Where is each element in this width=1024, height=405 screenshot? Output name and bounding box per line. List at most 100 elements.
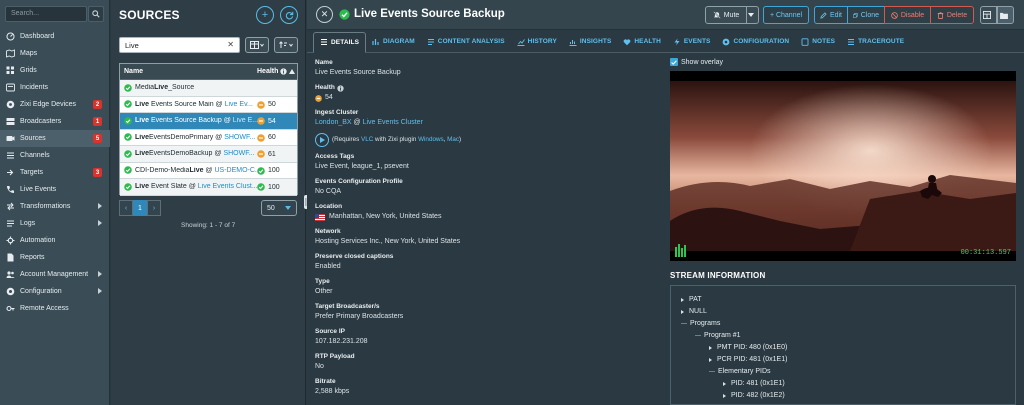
table-row[interactable]: Live Event Slate @ Live Events Clust... 1… — [120, 179, 297, 196]
edge-device-icon — [6, 100, 15, 109]
us-flag-icon — [315, 213, 325, 221]
tab-notes[interactable]: NOTES — [795, 31, 841, 53]
tab-label: CONTENT ANALYSIS — [437, 38, 505, 45]
refresh-button[interactable] — [280, 6, 298, 24]
table-row[interactable]: Live Events Source Main @ Live Ev... 50 — [120, 96, 297, 113]
name-column-header[interactable]: Name — [124, 68, 143, 75]
tab-insights[interactable]: INSIGHTS — [563, 31, 618, 53]
tab-diagram[interactable]: DIAGRAM — [366, 31, 421, 53]
health-column-header[interactable]: Health — [257, 68, 296, 75]
search-icon[interactable] — [88, 6, 104, 22]
tab-history[interactable]: HISTORY — [511, 31, 563, 53]
tree-label: PAT — [689, 296, 702, 303]
tree-node-null[interactable]: NULL — [681, 308, 707, 315]
tab-details[interactable]: DETAILS — [313, 31, 367, 53]
ingest-cluster-link[interactable]: Live Events Cluster — [363, 118, 423, 128]
mute-options-dropdown[interactable] — [746, 6, 759, 24]
disable-button[interactable]: Disable — [884, 6, 931, 24]
tab-health[interactable]: HEALTH — [617, 31, 666, 53]
layout-view-button[interactable] — [980, 6, 997, 24]
health-label-text: Health — [315, 84, 335, 91]
tree-node-program-1[interactable]: Program #1 — [695, 332, 741, 339]
show-overlay-checkbox[interactable]: Show overlay — [670, 58, 723, 66]
folder-view-button[interactable] — [997, 6, 1014, 24]
prev-page-button[interactable]: ‹ — [119, 200, 133, 216]
page-size-select[interactable]: 50 — [261, 200, 297, 216]
sidebar-item-logs[interactable]: Logs — [0, 215, 110, 232]
tab-traceroute[interactable]: TRACEROUTE — [841, 31, 910, 53]
cluster-link[interactable]: SHOWF... — [223, 150, 254, 157]
tab-configuration[interactable]: CONFIGURATION — [716, 31, 795, 53]
sidebar-item-grids[interactable]: Grids — [0, 62, 110, 79]
grid-icon — [6, 66, 15, 75]
play-button[interactable] — [315, 133, 329, 147]
table-row[interactable]: LiveEventsDemoPrimary @ SHOWF... 60 — [120, 129, 297, 146]
mute-button[interactable]: Mute — [705, 6, 747, 24]
nav-search-input[interactable]: Search... — [5, 6, 87, 22]
sidebar-item-channels[interactable]: Channels — [0, 147, 110, 164]
sidebar-item-broadcasters[interactable]: Broadcasters 1 — [0, 113, 110, 130]
sidebar-item-live-events[interactable]: Live Events — [0, 181, 110, 198]
delete-button[interactable]: Delete — [930, 6, 974, 24]
cluster-link[interactable]: US-DEMO-C... — [214, 167, 260, 174]
sidebar-item-targets[interactable]: Targets 3 — [0, 164, 110, 181]
sidebar-item-sources[interactable]: Sources 5 — [0, 130, 110, 147]
sidebar-item-transformations[interactable]: Transformations — [0, 198, 110, 215]
tab-content-analysis[interactable]: CONTENT ANALYSIS — [421, 31, 511, 53]
sidebar-item-configuration[interactable]: Configuration — [0, 283, 110, 300]
cluster-link[interactable]: Live Ev... — [225, 101, 253, 108]
table-row[interactable]: Live Events Source Backup @ Live E... 54 — [120, 113, 297, 130]
status-ok-icon — [124, 83, 132, 92]
clone-button[interactable]: Clone — [847, 6, 885, 24]
add-source-button[interactable]: + — [256, 6, 274, 24]
source-ip-value: 107.182.231.208 — [315, 338, 368, 345]
sidebar-item-remote-access[interactable]: Remote Access — [0, 300, 110, 317]
close-detail-button[interactable]: ✕ — [316, 6, 333, 23]
ingest-broadcaster-link[interactable]: London_BX — [315, 118, 352, 128]
tree-node-elementary-pids[interactable]: Elementary PIDs — [709, 368, 771, 375]
channel-icon — [6, 151, 15, 160]
tree-node-pcr[interactable]: PCR PID: 481 (0x1E1) — [709, 356, 787, 363]
sidebar-item-reports[interactable]: Reports — [0, 249, 110, 266]
video-preview[interactable]: 00:31:13.597 — [670, 71, 1016, 261]
tab-events[interactable]: EVENTS — [667, 31, 717, 53]
sidebar-item-label: Incidents — [20, 84, 49, 91]
sidebar-item-zixi-edge-devices[interactable]: Zixi Edge Devices 2 — [0, 96, 110, 113]
health-value: 60 — [268, 134, 276, 141]
table-row[interactable]: LiveEventsDemoBackup @ SHOWF... 61 — [120, 146, 297, 163]
tree-node-pid-482[interactable]: PID: 482 (0x1E2) — [723, 392, 785, 399]
name-label: Name — [315, 59, 333, 66]
name-suffix: @ — [203, 166, 215, 174]
vlc-link[interactable]: VLC — [361, 135, 373, 145]
location-label: Location — [315, 203, 343, 210]
edit-button[interactable]: Edit — [814, 6, 848, 24]
cluster-link[interactable]: SHOWF... — [224, 134, 255, 141]
sidebar-item-automation[interactable]: Automation — [0, 232, 110, 249]
tree-node-pid-481[interactable]: PID: 481 (0x1E1) — [723, 380, 785, 387]
sort-button[interactable] — [274, 37, 298, 53]
tree-node-pmt[interactable]: PMT PID: 480 (0x1E0) — [709, 344, 787, 351]
page-1-button[interactable]: 1 — [133, 200, 147, 216]
sidebar-item-account-management[interactable]: Account Management — [0, 266, 110, 283]
add-channel-button[interactable]: + Channel — [763, 6, 809, 24]
windows-plugin-link[interactable]: Windows — [418, 135, 444, 145]
table-row[interactable]: MediaLive_Source — [120, 80, 297, 97]
sidebar-item-dashboard[interactable]: Dashboard — [0, 28, 110, 45]
pagination: ‹ 1 › — [119, 200, 161, 216]
column-layout-button[interactable] — [245, 37, 269, 53]
table-row[interactable]: CDI-Demo-MediaLive @ US-DEMO-C... 100 — [120, 162, 297, 179]
sidebar-item-incidents[interactable]: Incidents — [0, 79, 110, 96]
sidebar-item-maps[interactable]: Maps — [0, 45, 110, 62]
cluster-link[interactable]: Live Events Clust... — [198, 183, 258, 190]
next-page-button[interactable]: › — [147, 200, 161, 216]
mac-plugin-link[interactable]: Mac — [447, 135, 459, 145]
close-icon: ✕ — [320, 9, 329, 19]
clear-search-icon[interactable]: ✕ — [227, 40, 234, 49]
sort-asc-icon — [289, 69, 296, 74]
sources-search-input[interactable]: Live ✕ — [119, 37, 240, 53]
cluster-link[interactable]: Live E... — [233, 117, 258, 124]
tree-node-programs[interactable]: Programs — [681, 320, 720, 327]
health-cell: 50 — [257, 100, 276, 109]
count-badge: 3 — [93, 168, 102, 177]
tree-node-pat[interactable]: PAT — [681, 296, 702, 303]
